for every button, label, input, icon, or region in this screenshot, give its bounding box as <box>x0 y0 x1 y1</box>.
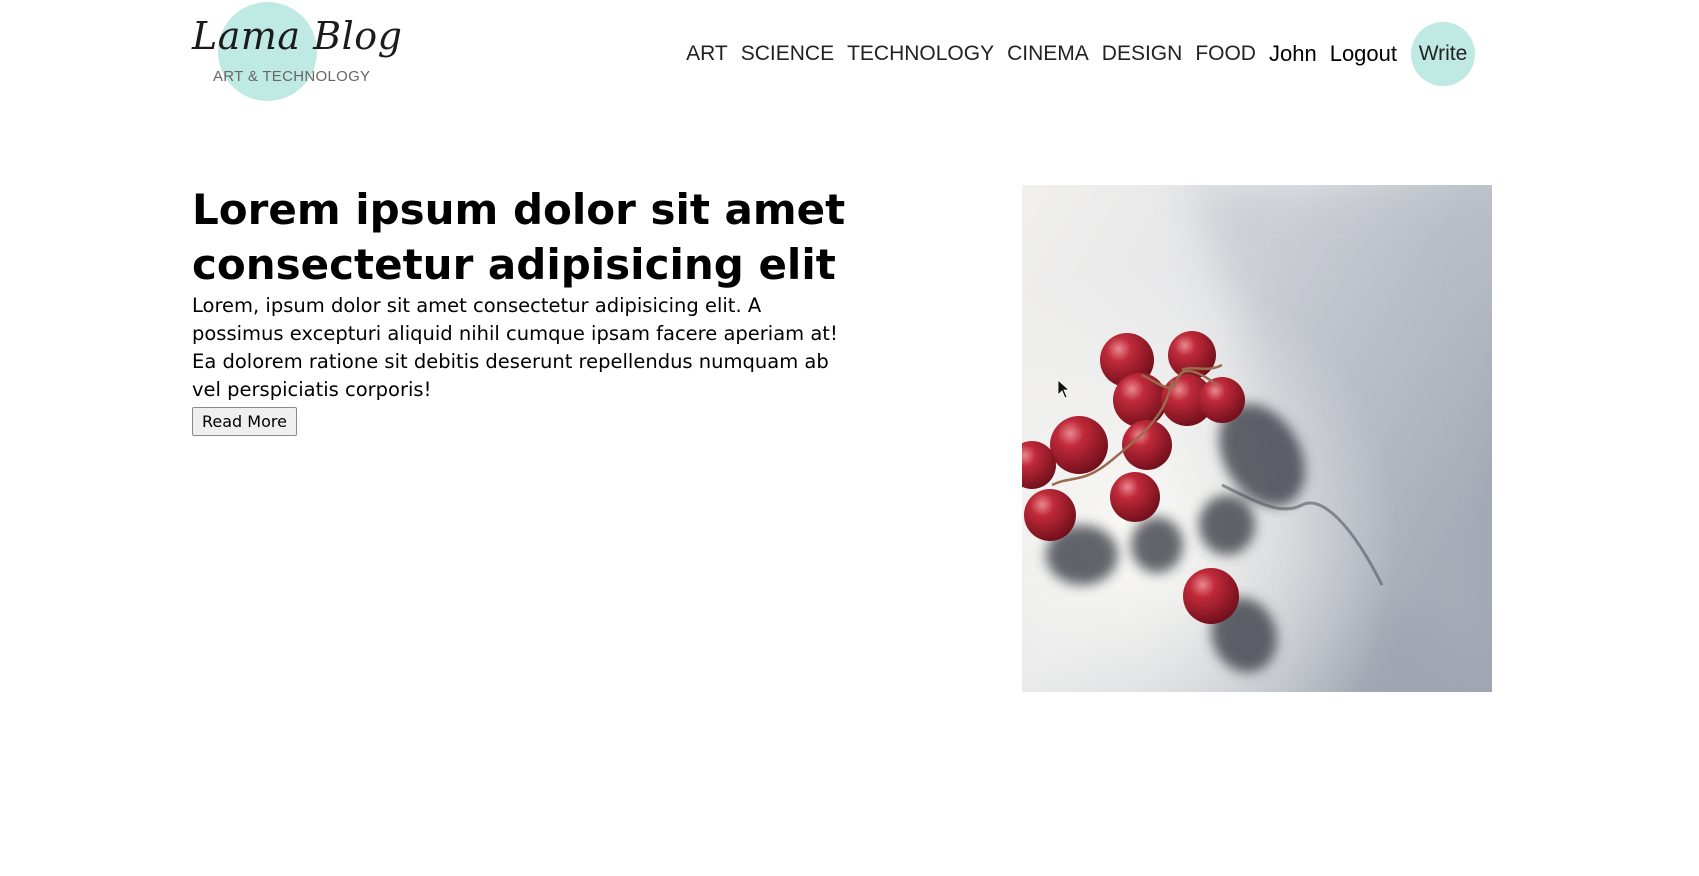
username: John <box>1268 41 1317 66</box>
nav-link-science[interactable]: SCIENCE <box>741 42 834 66</box>
nav-link-cinema[interactable]: CINEMA <box>1007 42 1089 66</box>
nav-links: ART SCIENCE TECHNOLOGY CINEMA DESIGN FOO… <box>673 22 1475 86</box>
grapes-photo <box>1022 185 1492 692</box>
post-image[interactable] <box>1022 185 1492 692</box>
navbar: Lama Blog ART & TECHNOLOGY ART SCIENCE T… <box>192 0 1475 110</box>
post-description: Lorem, ipsum dolor sit amet consectetur … <box>192 294 838 401</box>
nav-link-technology[interactable]: TECHNOLOGY <box>847 42 994 66</box>
nav-link-food[interactable]: FOOD <box>1195 42 1256 66</box>
logo-subtitle: ART & TECHNOLOGY <box>213 68 371 85</box>
read-more-button[interactable]: Read More <box>192 407 297 436</box>
logo[interactable]: Lama Blog ART & TECHNOLOGY <box>192 0 402 105</box>
write-button[interactable]: Write <box>1411 22 1475 86</box>
post-content: Lorem ipsum dolor sit amet consectetur a… <box>192 182 852 436</box>
logout-link[interactable]: Logout <box>1330 41 1397 67</box>
post-title[interactable]: Lorem ipsum dolor sit amet consectetur a… <box>192 182 852 292</box>
nav-link-art[interactable]: ART <box>686 42 728 66</box>
nav-link-design[interactable]: DESIGN <box>1102 42 1183 66</box>
logo-title: Lama Blog <box>192 14 403 58</box>
